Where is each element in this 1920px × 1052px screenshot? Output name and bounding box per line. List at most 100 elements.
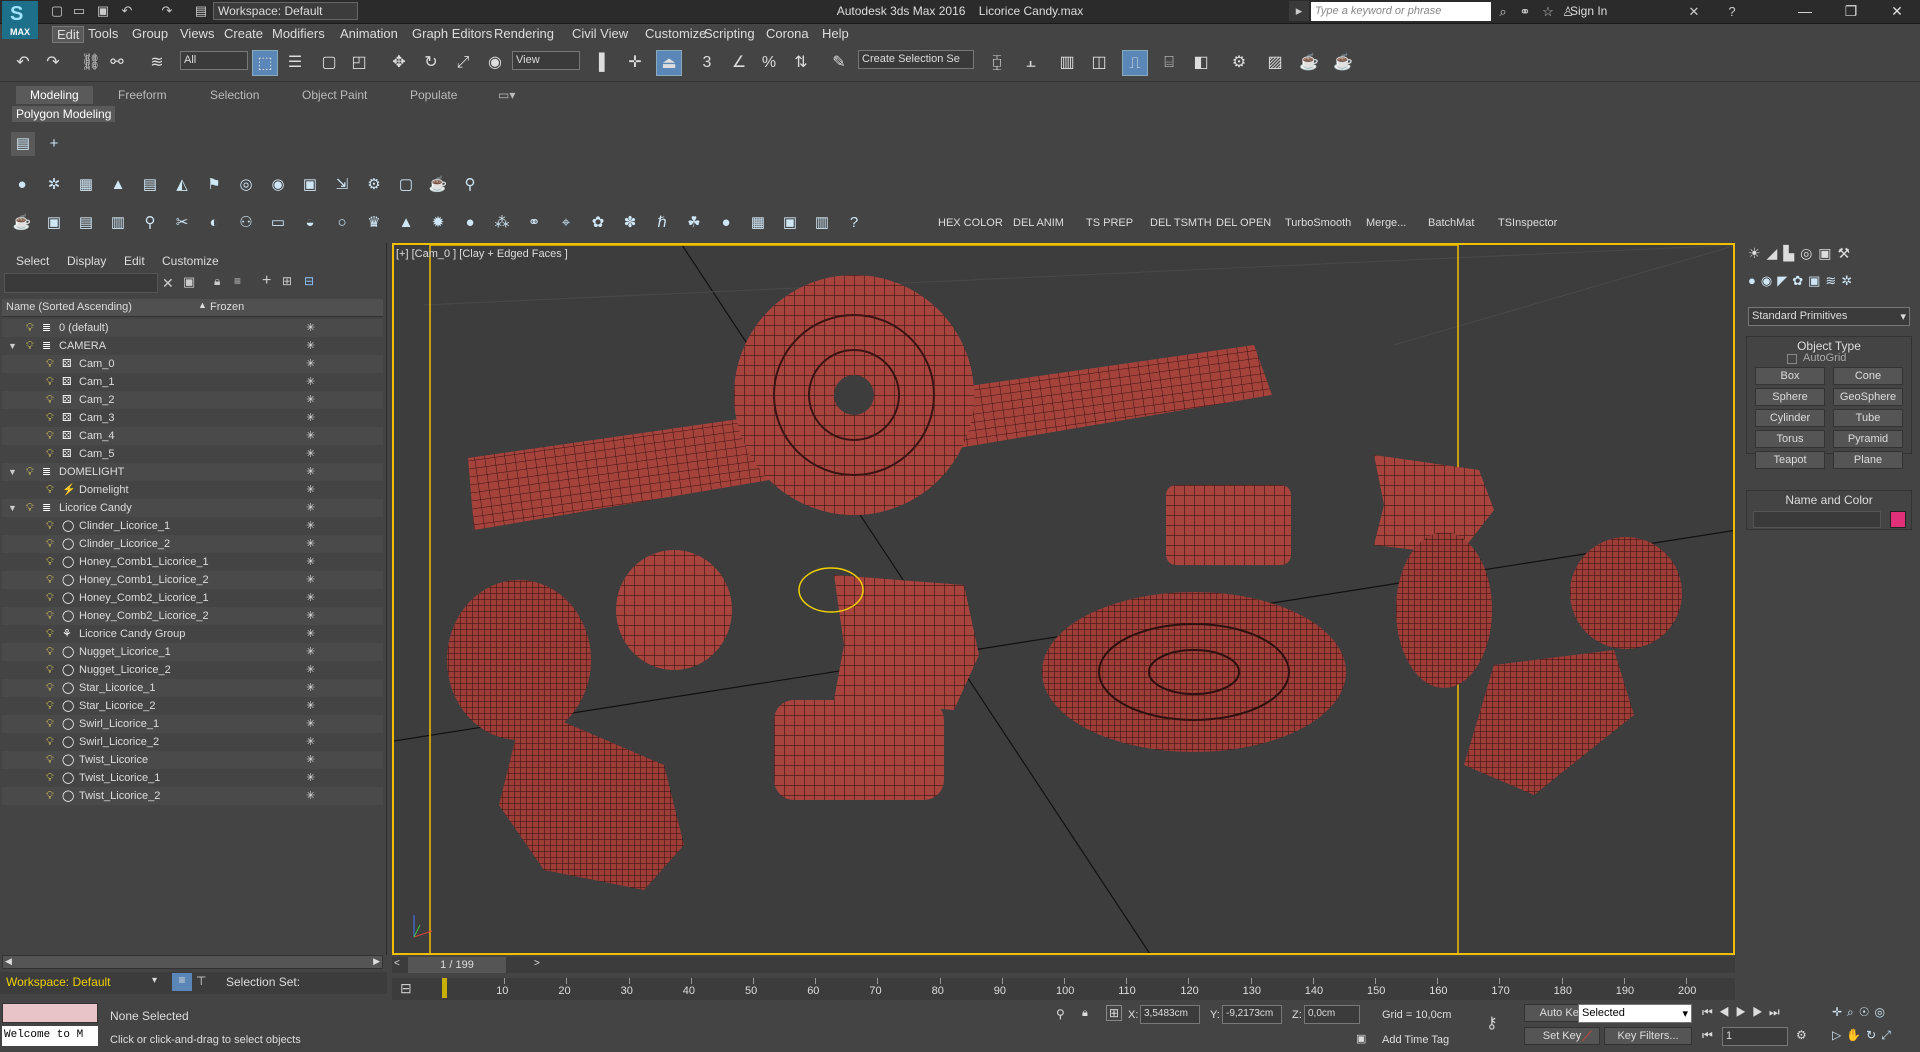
- spinner-snap-icon[interactable]: ⇅: [788, 50, 814, 76]
- menu-edit[interactable]: Edit: [52, 26, 85, 43]
- twist-licorice-1[interactable]: [499, 705, 684, 890]
- freeze-icon[interactable]: ✳: [306, 625, 315, 643]
- scene-workspace-label[interactable]: Workspace: Default: [6, 975, 111, 989]
- name-color-title[interactable]: Name and Color: [1747, 491, 1911, 507]
- scene-row[interactable]: 💡︎ ⚄ Cam_3 ✳: [2, 409, 383, 427]
- z-coord-field[interactable]: 0,0cm: [1304, 1005, 1360, 1024]
- shelf-tool-icon-1[interactable]: ☕: [10, 211, 34, 235]
- teapot-icon[interactable]: ☕: [426, 173, 450, 197]
- menu-help[interactable]: Help: [818, 26, 853, 41]
- key-filters-button[interactable]: Key Filters...: [1604, 1027, 1692, 1045]
- freeze-icon[interactable]: ✳: [306, 733, 315, 751]
- move-icon[interactable]: ✥: [386, 50, 412, 76]
- primitive-type-dropdown[interactable]: Standard Primitives ▾: [1748, 307, 1910, 326]
- create-layer-icon[interactable]: +: [262, 272, 271, 290]
- visibility-icon[interactable]: 💡︎: [26, 319, 34, 337]
- search-scroll-icon[interactable]: ▸: [1289, 1, 1309, 21]
- absolute-mode-icon[interactable]: ⊞: [1106, 1005, 1123, 1021]
- hierarchy-icon[interactable]: ⊞: [282, 274, 292, 288]
- star-licorice-1[interactable]: [834, 575, 979, 710]
- scene-row[interactable]: 💡︎ ◯ Honey_Comb2_Licorice_1 ✳: [2, 589, 383, 607]
- frozen-column-header[interactable]: Frozen: [210, 301, 244, 313]
- freeze-icon[interactable]: ✳: [306, 715, 315, 733]
- bind-space-warp-icon[interactable]: ≋: [144, 50, 170, 76]
- visibility-icon[interactable]: 💡︎: [46, 715, 54, 733]
- visibility-icon[interactable]: 💡︎: [46, 445, 54, 463]
- percent-snap-icon[interactable]: %: [756, 50, 782, 76]
- add-time-tag[interactable]: Add Time Tag: [1382, 1034, 1449, 1046]
- shelf-tool-icon-5[interactable]: ⚲: [138, 211, 162, 235]
- visibility-icon[interactable]: 💡︎: [46, 517, 54, 535]
- visibility-icon[interactable]: 💡︎: [46, 589, 54, 607]
- next-frame-icon[interactable]: >: [534, 958, 540, 969]
- name-column-header[interactable]: Name (Sorted Ascending): [6, 301, 132, 313]
- clear-search-icon[interactable]: ✕: [162, 275, 174, 292]
- set-key-mode-icon[interactable]: ⚷: [1486, 1013, 1498, 1033]
- shelf-tool-icon-22[interactable]: ☘: [682, 211, 706, 235]
- search-input[interactable]: Type a keyword or phrase: [1311, 2, 1491, 21]
- select-children-icon[interactable]: ⊟: [304, 274, 314, 288]
- scene-row[interactable]: 💡︎ ⚘ Licorice Candy Group ✳: [2, 625, 383, 643]
- shelf-tool-icon-13[interactable]: ▲: [394, 211, 418, 235]
- scene-row[interactable]: 💡︎ ◯ Twist_Licorice ✳: [2, 751, 383, 769]
- scene-row[interactable]: ▼ 💡︎ ≣ DOMELIGHT ✳: [2, 463, 383, 481]
- render-setup-icon[interactable]: ⚙: [1226, 50, 1252, 76]
- tab-populate[interactable]: Populate: [396, 86, 471, 104]
- scene-row[interactable]: 💡︎ ◯ Star_Licorice_2 ✳: [2, 697, 383, 715]
- edit-named-selection-icon[interactable]: ✎: [826, 50, 852, 76]
- time-slider-thumb[interactable]: 1 / 199: [408, 957, 506, 973]
- tree-icon[interactable]: ▲: [106, 173, 130, 197]
- visibility-icon[interactable]: 💡︎: [46, 373, 54, 391]
- visibility-icon[interactable]: 💡︎: [46, 355, 54, 373]
- tab-object-paint[interactable]: Object Paint: [288, 86, 381, 104]
- freeze-icon[interactable]: ✳: [306, 589, 315, 607]
- sign-in-link[interactable]: Sign In: [1570, 4, 1607, 18]
- viewport-camera[interactable]: [392, 243, 1735, 955]
- render-production-icon[interactable]: ☕: [1296, 50, 1322, 76]
- track-bar[interactable]: 10 20 30 40 50 60 70 80 90 100 110 120 130 140 150 160 1…: [392, 978, 1735, 1000]
- menu-views[interactable]: Views: [176, 26, 218, 41]
- scene-row[interactable]: 💡︎ ◯ Twist_Licorice_1 ✳: [2, 769, 383, 787]
- ref-coord-dropdown[interactable]: View: [512, 51, 580, 70]
- script-button-turbosmooth[interactable]: TurboSmooth: [1285, 217, 1351, 229]
- freeze-icon[interactable]: ✳: [306, 607, 315, 625]
- freeze-icon[interactable]: ✳: [306, 679, 315, 697]
- menu-rendering[interactable]: Rendering: [490, 26, 558, 41]
- scene-row[interactable]: 💡︎ ◯ Nugget_Licorice_1 ✳: [2, 643, 383, 661]
- shelf-tool-icon-11[interactable]: ○: [330, 211, 354, 235]
- menu-corona[interactable]: Corona: [762, 26, 813, 41]
- create-box-button[interactable]: Box: [1755, 367, 1825, 385]
- key-mode-dropdown[interactable]: Selected ▾: [1578, 1004, 1692, 1023]
- maxscript-mini-listener[interactable]: Welcome to M: [2, 1026, 98, 1046]
- shelf-tool-icon-19[interactable]: ✿: [586, 211, 610, 235]
- create-teapot-button[interactable]: Teapot: [1755, 451, 1825, 469]
- search-icon[interactable]: ⌕: [1493, 2, 1513, 22]
- honey-comb-licorice-2[interactable]: [1396, 532, 1492, 688]
- swirl-licorice-1[interactable]: [734, 275, 974, 515]
- scene-row[interactable]: 💡︎ ≣ 0 (default) ✳: [2, 319, 383, 337]
- snaps-toggle-icon[interactable]: 3: [694, 50, 720, 76]
- scene-row[interactable]: ▼ 💡︎ ≣ CAMERA ✳: [2, 337, 383, 355]
- freeze-icon[interactable]: ✳: [306, 661, 315, 679]
- command-panel-tabs[interactable]: ☀◢▙◎▣⚒: [1748, 245, 1916, 265]
- scene-row[interactable]: 💡︎ ◯ Swirl_Licorice_2 ✳: [2, 733, 383, 751]
- menu-animation[interactable]: Animation: [336, 26, 402, 41]
- create-geosphere-button[interactable]: GeoSphere: [1833, 388, 1903, 406]
- rendered-frame-window-icon[interactable]: ▨: [1262, 50, 1288, 76]
- shelf-tool-icon-23[interactable]: ●: [714, 211, 738, 235]
- scene-menu-customize[interactable]: Customize: [162, 254, 219, 268]
- create-cone-button[interactable]: Cone: [1833, 367, 1903, 385]
- create-category-icons[interactable]: ●◉◤✿▣≋✲: [1748, 273, 1916, 293]
- manipulate-icon[interactable]: ✛: [622, 50, 648, 76]
- freeze-icon[interactable]: ✳: [306, 463, 315, 481]
- time-config-icon[interactable]: ⚙: [1796, 1028, 1807, 1042]
- script-button-ts-prep[interactable]: TS PREP: [1086, 217, 1133, 229]
- visibility-icon[interactable]: 💡︎: [46, 427, 54, 445]
- unlink-icon[interactable]: ⚯: [104, 50, 130, 76]
- mirror-icon[interactable]: ⧮: [984, 50, 1010, 76]
- honey-comb-licorice-3[interactable]: [1570, 537, 1682, 649]
- visibility-icon[interactable]: 💡︎: [46, 607, 54, 625]
- menu-civil-view[interactable]: Civil View: [568, 26, 632, 41]
- scene-row[interactable]: 💡︎ ◯ Twist_Licorice_2 ✳: [2, 787, 383, 805]
- align-icon[interactable]: ⫠: [1018, 50, 1044, 76]
